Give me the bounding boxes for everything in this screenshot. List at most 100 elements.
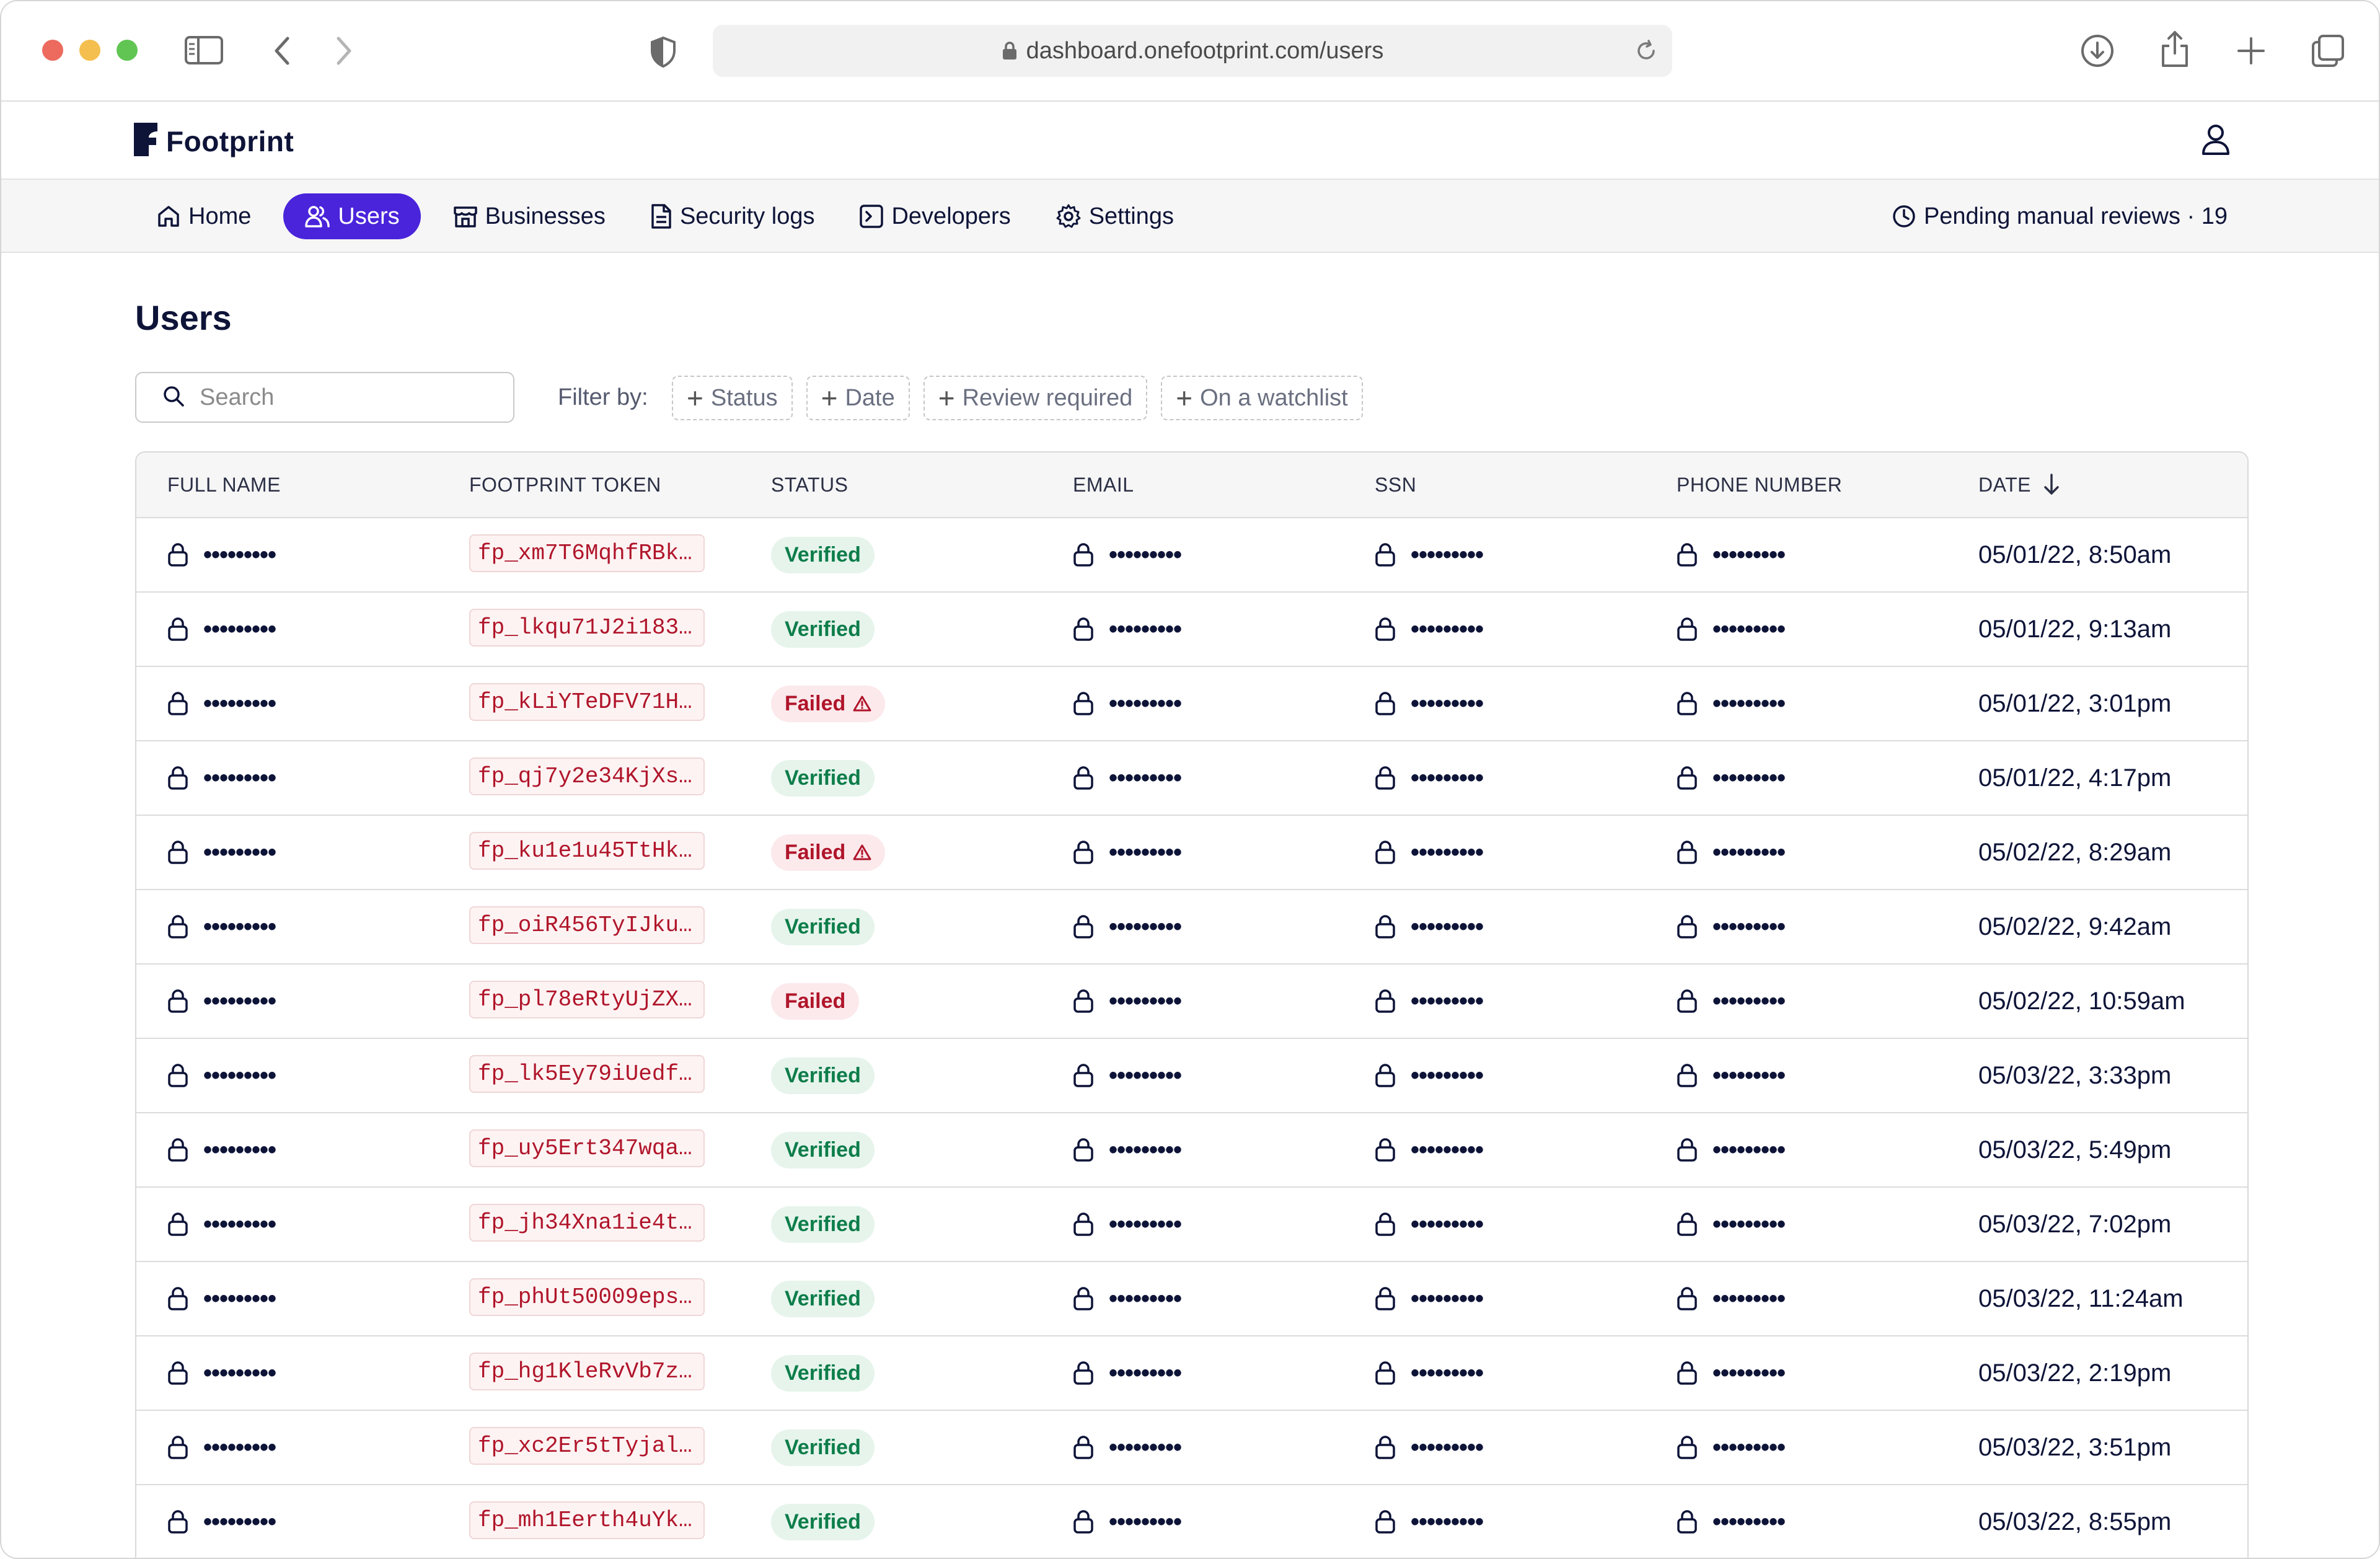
cell-ssn[interactable]: •••••••••	[1344, 766, 1646, 790]
column-header-ssn[interactable]: SSN	[1344, 474, 1646, 497]
cell-email[interactable]: •••••••••	[1042, 766, 1344, 790]
cell-ssn[interactable]: •••••••••	[1344, 1137, 1646, 1162]
table-row[interactable]: ••••••••• fp_xm7T6MqhfRBk… Verified •••••••…	[136, 518, 2247, 593]
table-row[interactable]: ••••••••• fp_xc2Er5tTyjal… Verified •••••••…	[136, 1411, 2247, 1485]
cell-full-name[interactable]: •••••••••	[136, 1063, 438, 1088]
cell-phone-number[interactable]: •••••••••	[1646, 1212, 1947, 1237]
pending-reviews-link[interactable]: Pending manual reviews · 19	[1892, 193, 2228, 239]
footprint-token[interactable]: fp_pl78eRtyUjZX…	[469, 981, 705, 1018]
table-row[interactable]: ••••••••• fp_mh1Eerth4uYk… Verified •••••••…	[136, 1485, 2247, 1558]
cell-email[interactable]: •••••••••	[1042, 1212, 1344, 1237]
table-row[interactable]: ••••••••• fp_pl78eRtyUjZX… Failed •••••••••…	[136, 965, 2247, 1039]
nav-item-developers[interactable]: Developers	[847, 193, 1023, 239]
footprint-token[interactable]: fp_oiR456TyIJku…	[469, 906, 705, 944]
cell-full-name[interactable]: •••••••••	[136, 766, 438, 790]
cell-phone-number[interactable]: •••••••••	[1646, 1435, 1947, 1460]
cell-full-name[interactable]: •••••••••	[136, 914, 438, 939]
nav-item-users[interactable]: Users	[283, 193, 421, 239]
footprint-token[interactable]: fp_mh1Eerth4uYk…	[469, 1501, 705, 1539]
footprint-token[interactable]: fp_lkqu71J2i183…	[469, 609, 705, 647]
cell-full-name[interactable]: •••••••••	[136, 542, 438, 567]
share-icon[interactable]	[2159, 30, 2190, 68]
cell-email[interactable]: •••••••••	[1042, 1137, 1344, 1162]
table-row[interactable]: ••••••••• fp_phUt50009eps… Verified •••••••…	[136, 1262, 2247, 1336]
cell-email[interactable]: •••••••••	[1042, 617, 1344, 642]
minimize-window-button[interactable]	[79, 40, 100, 61]
cell-email[interactable]: •••••••••	[1042, 1435, 1344, 1460]
table-row[interactable]: ••••••••• fp_lkqu71J2i183… Verified •••••••…	[136, 593, 2247, 667]
cell-ssn[interactable]: •••••••••	[1344, 1063, 1646, 1088]
footprint-token[interactable]: fp_hg1KleRvVb7z…	[469, 1353, 705, 1390]
cell-email[interactable]: •••••••••	[1042, 1286, 1344, 1311]
sort-descending-icon[interactable]	[2042, 473, 2061, 497]
footprint-token[interactable]: fp_ku1e1u45TtHk…	[469, 832, 705, 870]
cell-full-name[interactable]: •••••••••	[136, 1361, 438, 1385]
column-header-email[interactable]: EMAIL	[1042, 474, 1344, 497]
footprint-token[interactable]: fp_kLiYTeDFV71H…	[469, 683, 705, 721]
table-row[interactable]: ••••••••• fp_lk5Ey79iUedf… Verified •••••••…	[136, 1039, 2247, 1113]
cell-ssn[interactable]: •••••••••	[1344, 1212, 1646, 1237]
search-input[interactable]	[198, 383, 461, 412]
footprint-token[interactable]: fp_xc2Er5tTyjal…	[469, 1427, 705, 1465]
footprint-token[interactable]: fp_xm7T6MqhfRBk…	[469, 534, 705, 572]
cell-phone-number[interactable]: •••••••••	[1646, 617, 1947, 642]
column-header-footprint-token[interactable]: FOOTPRINT TOKEN	[438, 474, 740, 497]
cell-email[interactable]: •••••••••	[1042, 542, 1344, 567]
filter-review-required-button[interactable]: + Review required	[923, 376, 1148, 420]
cell-email[interactable]: •••••••••	[1042, 1361, 1344, 1385]
cell-full-name[interactable]: •••••••••	[136, 840, 438, 865]
forward-icon[interactable]	[335, 36, 353, 66]
reload-icon[interactable]	[1634, 38, 1659, 69]
cell-ssn[interactable]: •••••••••	[1344, 542, 1646, 567]
table-row[interactable]: ••••••••• fp_ku1e1u45TtHk… Failed •••••••••…	[136, 816, 2247, 890]
cell-full-name[interactable]: •••••••••	[136, 1212, 438, 1237]
table-row[interactable]: ••••••••• fp_oiR456TyIJku… Verified •••••••…	[136, 890, 2247, 965]
column-header-date[interactable]: DATE	[1947, 473, 2247, 497]
cell-ssn[interactable]: •••••••••	[1344, 840, 1646, 865]
cell-phone-number[interactable]: •••••••••	[1646, 1137, 1947, 1162]
nav-item-home[interactable]: Home	[144, 193, 263, 239]
filter-date-button[interactable]: + Date	[806, 376, 910, 420]
cell-ssn[interactable]: •••••••••	[1344, 1361, 1646, 1385]
privacy-shield-icon[interactable]	[650, 36, 677, 68]
cell-phone-number[interactable]: •••••••••	[1646, 542, 1947, 567]
cell-ssn[interactable]: •••••••••	[1344, 1435, 1646, 1460]
cell-ssn[interactable]: •••••••••	[1344, 1509, 1646, 1534]
table-row[interactable]: ••••••••• fp_kLiYTeDFV71H… Failed •••••••••…	[136, 667, 2247, 741]
cell-email[interactable]: •••••••••	[1042, 989, 1344, 1014]
cell-ssn[interactable]: •••••••••	[1344, 989, 1646, 1014]
cell-ssn[interactable]: •••••••••	[1344, 1286, 1646, 1311]
filter-status-button[interactable]: + Status	[672, 376, 793, 420]
address-bar[interactable]: dashboard.onefootprint.com/users	[713, 25, 1672, 77]
cell-phone-number[interactable]: •••••••••	[1646, 766, 1947, 790]
sidebar-toggle-icon[interactable]	[185, 36, 223, 64]
brand[interactable]: Footprint	[134, 123, 294, 159]
download-icon[interactable]	[2080, 33, 2115, 68]
account-icon[interactable]	[2200, 123, 2231, 159]
column-header-phone-number[interactable]: PHONE NUMBER	[1646, 474, 1947, 497]
footprint-token[interactable]: fp_uy5Ert347wqa…	[469, 1129, 705, 1167]
table-row[interactable]: ••••••••• fp_jh34Xna1ie4t… Verified •••••••…	[136, 1188, 2247, 1262]
cell-email[interactable]: •••••••••	[1042, 691, 1344, 716]
cell-ssn[interactable]: •••••••••	[1344, 617, 1646, 642]
new-tab-icon[interactable]	[2236, 36, 2266, 66]
tab-overview-icon[interactable]	[2311, 33, 2345, 68]
nav-item-settings[interactable]: Settings	[1043, 193, 1186, 239]
cell-ssn[interactable]: •••••••••	[1344, 691, 1646, 716]
cell-email[interactable]: •••••••••	[1042, 1063, 1344, 1088]
table-row[interactable]: ••••••••• fp_qj7y2e34KjXs… Verified •••••••…	[136, 741, 2247, 816]
nav-item-businesses[interactable]: Businesses	[441, 193, 618, 239]
table-row[interactable]: ••••••••• fp_hg1KleRvVb7z… Verified •••••••…	[136, 1336, 2247, 1411]
footprint-token[interactable]: fp_phUt50009eps…	[469, 1278, 705, 1316]
cell-phone-number[interactable]: •••••••••	[1646, 1509, 1947, 1534]
cell-phone-number[interactable]: •••••••••	[1646, 914, 1947, 939]
cell-full-name[interactable]: •••••••••	[136, 1137, 438, 1162]
filter-watchlist-button[interactable]: + On a watchlist	[1161, 376, 1363, 420]
nav-item-security-logs[interactable]: Security logs	[638, 193, 827, 239]
close-window-button[interactable]	[42, 40, 63, 61]
search-box[interactable]	[135, 372, 514, 423]
cell-full-name[interactable]: •••••••••	[136, 989, 438, 1014]
cell-phone-number[interactable]: •••••••••	[1646, 1361, 1947, 1385]
table-row[interactable]: ••••••••• fp_uy5Ert347wqa… Verified •••••••…	[136, 1113, 2247, 1188]
footprint-token[interactable]: fp_lk5Ey79iUedf…	[469, 1055, 705, 1093]
